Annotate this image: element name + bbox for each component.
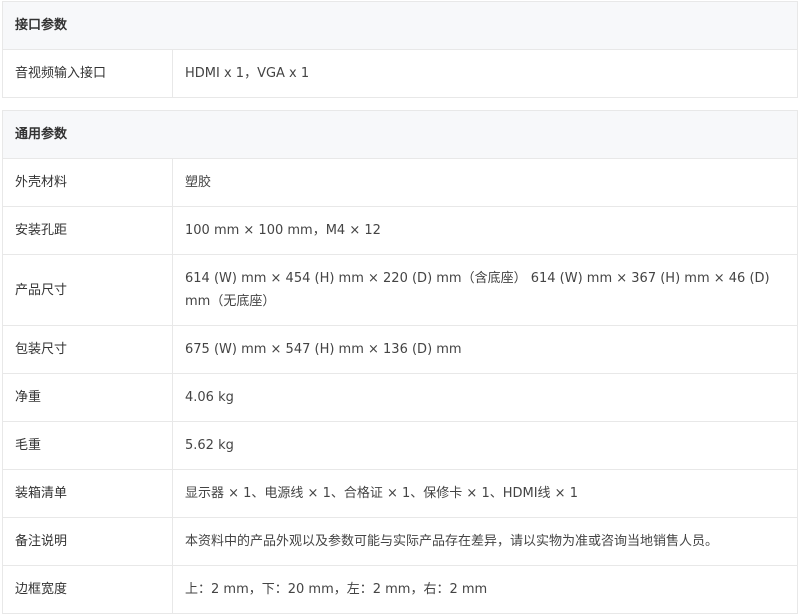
table-row: 音视频输入接口 HDMI x 1，VGA x 1	[2, 49, 798, 98]
table-row: 边框宽度 上：2 mm，下：20 mm，左：2 mm，右：2 mm	[2, 565, 798, 614]
row-value: HDMI x 1，VGA x 1	[172, 49, 798, 98]
table-row: 净重 4.06 kg	[2, 373, 798, 422]
row-value: 675 (W) mm × 547 (H) mm × 136 (D) mm	[172, 325, 798, 374]
table-row: 备注说明 本资料中的产品外观以及参数可能与实际产品存在差异，请以实物为准或咨询当…	[2, 517, 798, 566]
row-label: 装箱清单	[2, 469, 173, 518]
row-label: 包装尺寸	[2, 325, 173, 374]
row-label: 备注说明	[2, 517, 173, 566]
section-header: 接口参数	[2, 1, 798, 50]
row-label: 安装孔距	[2, 206, 173, 255]
general-spec-table: 通用参数 外壳材料 塑胶 安装孔距 100 mm × 100 mm，M4 × 1…	[2, 110, 798, 614]
row-value: 本资料中的产品外观以及参数可能与实际产品存在差异，请以实物为准或咨询当地销售人员…	[172, 517, 798, 566]
row-value: 5.62 kg	[172, 421, 798, 470]
row-label: 产品尺寸	[2, 254, 173, 326]
row-value: 4.06 kg	[172, 373, 798, 422]
row-value: 上：2 mm，下：20 mm，左：2 mm，右：2 mm	[172, 565, 798, 614]
row-value: 塑胶	[172, 158, 798, 207]
interface-spec-table: 接口参数 音视频输入接口 HDMI x 1，VGA x 1	[2, 1, 798, 98]
table-row: 外壳材料 塑胶	[2, 158, 798, 207]
row-label: 外壳材料	[2, 158, 173, 207]
section-header: 通用参数	[2, 110, 798, 159]
section-title: 通用参数	[2, 110, 798, 159]
table-row: 安装孔距 100 mm × 100 mm，M4 × 12	[2, 206, 798, 255]
row-label: 音视频输入接口	[2, 49, 173, 98]
row-label: 毛重	[2, 421, 173, 470]
row-label: 边框宽度	[2, 565, 173, 614]
section-title: 接口参数	[2, 1, 798, 50]
table-row: 装箱清单 显示器 × 1、电源线 × 1、合格证 × 1、保修卡 × 1、HDM…	[2, 469, 798, 518]
row-value: 100 mm × 100 mm，M4 × 12	[172, 206, 798, 255]
table-row: 产品尺寸 614 (W) mm × 454 (H) mm × 220 (D) m…	[2, 254, 798, 326]
row-label: 净重	[2, 373, 173, 422]
table-row: 毛重 5.62 kg	[2, 421, 798, 470]
row-value: 614 (W) mm × 454 (H) mm × 220 (D) mm（含底座…	[172, 254, 798, 326]
table-row: 包装尺寸 675 (W) mm × 547 (H) mm × 136 (D) m…	[2, 325, 798, 374]
row-value: 显示器 × 1、电源线 × 1、合格证 × 1、保修卡 × 1、HDMI线 × …	[172, 469, 798, 518]
